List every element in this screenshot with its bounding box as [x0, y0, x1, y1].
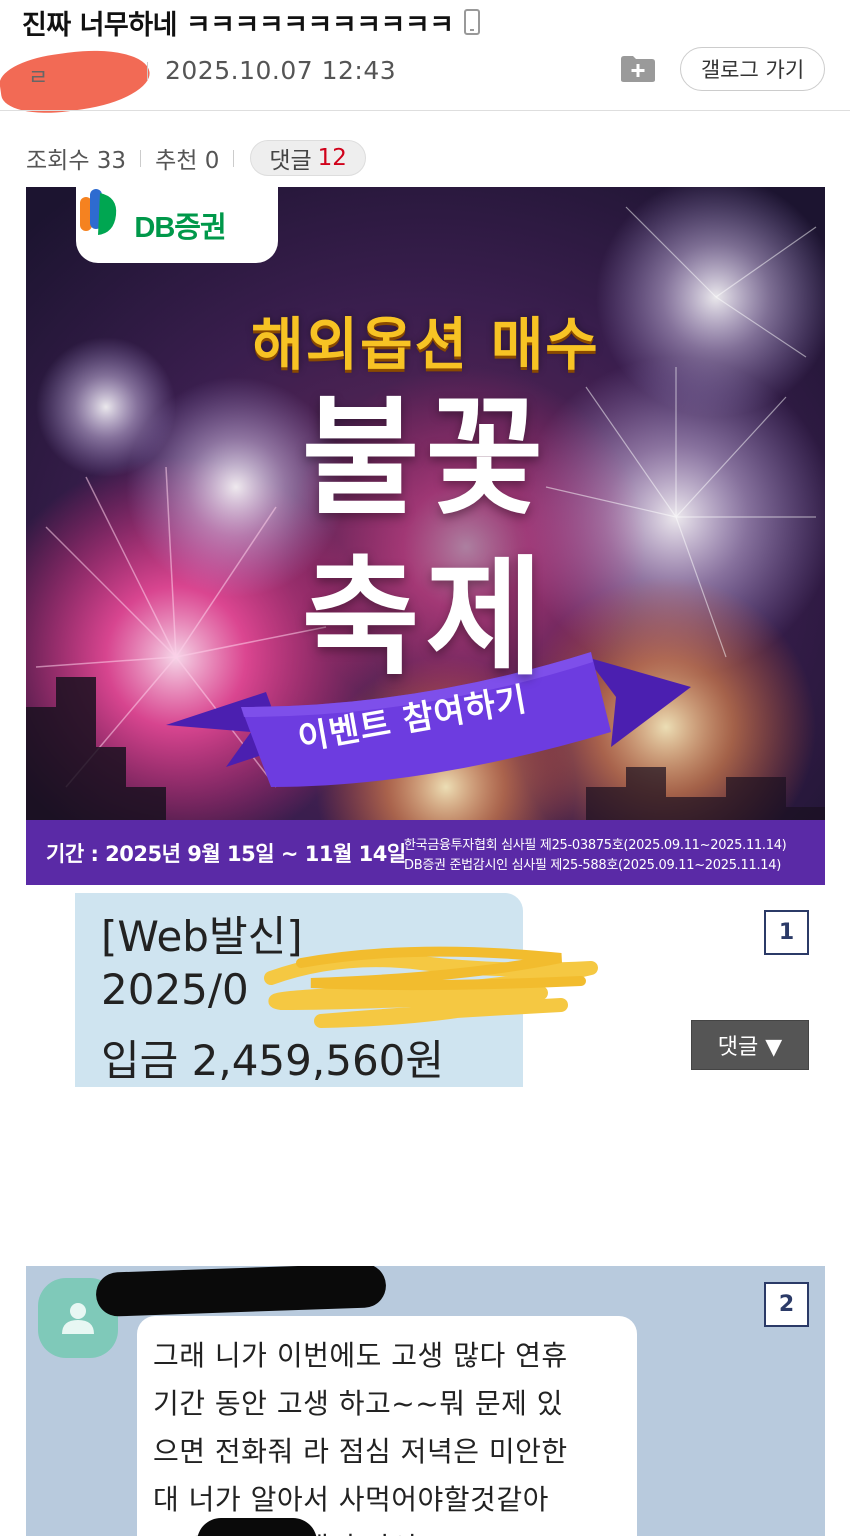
author-redaction: [0, 41, 154, 121]
db-logo-text: DB증권: [134, 212, 226, 244]
recommend-count: 추천 0: [155, 148, 220, 174]
comment-count: 12: [317, 145, 347, 171]
comment-count-button[interactable]: 댓글 12: [250, 140, 366, 176]
comment-label: 댓글: [269, 148, 312, 174]
post-title: 진짜 너무하네 ㅋㅋㅋㅋㅋㅋㅋㅋㅋㅋㅋ: [22, 9, 454, 41]
stats-divider: [233, 149, 235, 167]
chat-line: 대 너가 알아서 사먹어야할것같아: [153, 1483, 549, 1516]
meta-divider: [147, 62, 148, 80]
view-count: 조회수 33: [26, 148, 127, 174]
banner-footer: 기간 : 2025년 9월 15일 ~ 11월 14일 한국금융투자협회 심사필…: [26, 820, 825, 885]
chat-capture-image[interactable]: 그래 니가 이번에도 고생 많다 연휴 기간 동안 고생 하고~~뭐 문제 있 …: [26, 1266, 825, 1536]
text-redaction: [197, 1518, 317, 1536]
stats-divider: [140, 149, 142, 167]
chat-message-bubble: 그래 니가 이번에도 고생 많다 연휴 기간 동안 고생 하고~~뭐 문제 있 …: [137, 1316, 637, 1536]
date-redaction-scribble: [264, 946, 598, 1028]
folder-add-icon[interactable]: [620, 55, 656, 83]
sms-line: 2025/0: [101, 965, 249, 1014]
event-banner-image[interactable]: DB증권 해외옵션 매수 불꽃 축제 이벤트 참여하기 기간 : 2025년 9…: [26, 187, 825, 885]
mobile-icon: [463, 9, 480, 35]
post-date: 2025.10.07 12:43: [165, 56, 397, 85]
post-stats: 조회수 33 추천 0 댓글 12: [26, 138, 366, 178]
fireworks-background: [26, 187, 825, 885]
image-number-badge: 1: [764, 910, 809, 955]
gallog-button[interactable]: 갤로그 가기: [680, 47, 825, 91]
banner-subheadline: 해외옵션 매수: [251, 312, 600, 378]
author-name[interactable]: ㄹ: [28, 60, 48, 92]
post-header: 진짜 너무하네 ㅋㅋㅋㅋㅋㅋㅋㅋㅋㅋㅋ: [22, 4, 828, 41]
sender-name-redaction: [95, 1266, 387, 1318]
chat-line: 으면 전화줘 라 점심 저녁은 미안한: [153, 1435, 568, 1468]
image-number-badge: 2: [764, 1282, 809, 1327]
person-icon: [62, 1303, 94, 1334]
post-meta: ㄹ 2025.10.07 12:43 갤로그 가기: [0, 41, 850, 121]
chat-line: 그래 니가 이번에도 고생 많다 연휴: [153, 1339, 568, 1372]
event-period: 기간 : 2025년 9월 15일 ~ 11월 14일: [46, 842, 406, 866]
banner-headline-line1: 불꽃: [301, 384, 550, 533]
review-notice-2: DB증권 준법감시인 심사필 제25-588호(2025.09.11~2025.…: [404, 858, 781, 873]
db-securities-logo: DB증권: [76, 187, 278, 263]
chat-line: 기간 동안 고생 하고~~뭐 문제 있: [153, 1387, 564, 1420]
review-notice-1: 한국금융투자협회 심사필 제25-03875호(2025.09.11~2025.…: [404, 838, 787, 853]
db-logo-icon: [80, 189, 117, 235]
banner-headline-line2: 축제: [301, 544, 550, 693]
image-comment-toggle-button[interactable]: 댓글 ▼: [691, 1020, 809, 1070]
sms-capture-image[interactable]: [Web발신] 2025/0 입금 2,459,560원 1 댓글 ▼: [26, 893, 825, 1087]
header-divider: [0, 110, 850, 111]
sms-line: 입금 2,459,560원: [101, 1036, 445, 1085]
